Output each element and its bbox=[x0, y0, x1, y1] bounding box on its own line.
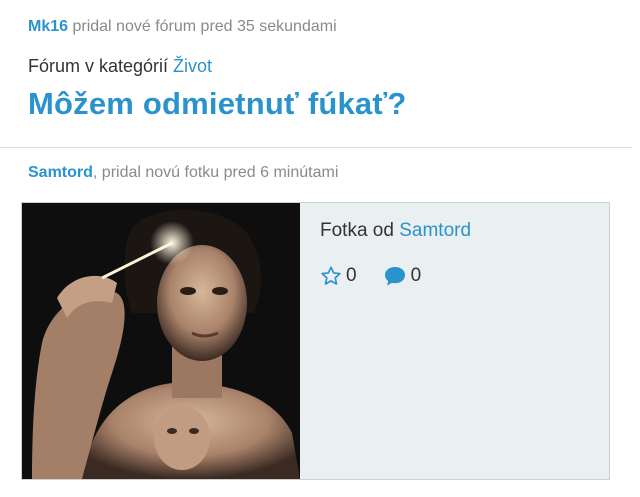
activity-action-text: , pridal novú fotku pred 6 minútami bbox=[92, 164, 339, 181]
portrait-image bbox=[22, 203, 300, 479]
star-outline-icon bbox=[321, 266, 341, 285]
activity-meta: Mk16 pridal nové fórum pred 35 sekundami bbox=[28, 17, 612, 37]
like-stat[interactable]: 0 bbox=[320, 265, 357, 287]
forum-activity: Mk16 pridal nové fórum pred 35 sekundami… bbox=[0, 0, 640, 123]
activity-action-text: pridal nové fórum pred 35 sekundami bbox=[68, 18, 337, 35]
category-prefix: Fórum v kategórií bbox=[28, 56, 174, 76]
user-link-mk16[interactable]: Mk16 bbox=[28, 18, 68, 35]
speech-bubble-icon bbox=[384, 267, 405, 286]
category-link[interactable]: Život bbox=[173, 56, 212, 76]
photo-author-link[interactable]: Samtord bbox=[399, 220, 471, 241]
comment-stat[interactable]: 0 bbox=[383, 265, 422, 287]
photo-info: Fotka od Samtord 0 0 bbox=[300, 203, 471, 479]
forum-title-link[interactable]: Môžem odmietnuť fúkať? bbox=[28, 85, 612, 123]
comment-count: 0 bbox=[410, 265, 422, 286]
user-link-samtord[interactable]: Samtord bbox=[28, 164, 93, 181]
photo-stats: 0 0 bbox=[320, 265, 471, 287]
photo-author-line: Fotka od Samtord bbox=[320, 219, 471, 243]
photo-thumbnail[interactable] bbox=[22, 203, 300, 479]
photo-activity: Samtord, pridal novú fotku pred 6 minúta… bbox=[0, 148, 640, 183]
forum-category-line: Fórum v kategórií Život bbox=[28, 55, 612, 77]
photo-by-prefix: Fotka od bbox=[320, 220, 400, 241]
activity-meta: Samtord, pridal novú fotku pred 6 minúta… bbox=[28, 163, 612, 183]
like-count: 0 bbox=[346, 265, 357, 286]
photo-card: Fotka od Samtord 0 0 bbox=[21, 202, 610, 480]
